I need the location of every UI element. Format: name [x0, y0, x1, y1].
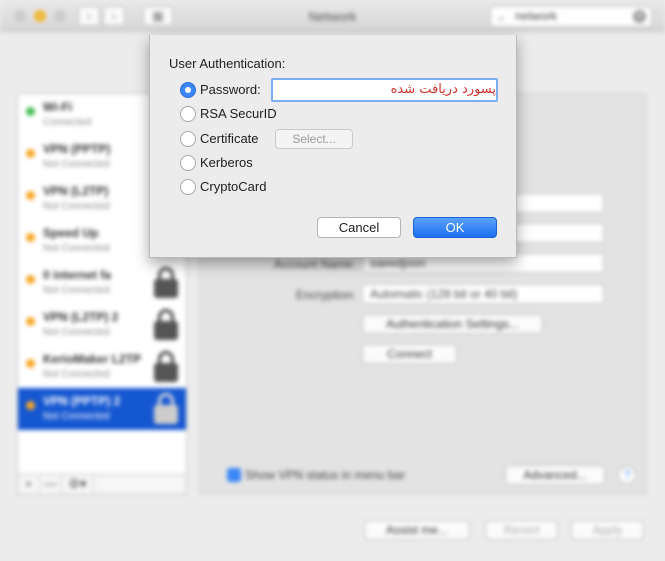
service-status: Not Connected	[43, 327, 110, 338]
rsa-securid-radio[interactable]	[180, 106, 196, 122]
vpn-lock-icon	[153, 309, 179, 341]
ok-button[interactable]: OK	[413, 217, 497, 238]
password-field[interactable]: پسورد دریافت شده	[271, 78, 498, 102]
service-name: VPN (PPTP)	[43, 142, 111, 156]
encryption-select[interactable]: Automatic (128 bit or 40 bit)	[362, 284, 604, 304]
search-icon: ⌕	[498, 11, 505, 25]
service-list-toolbar: + — ⚙▾	[17, 475, 187, 495]
password-radio[interactable]	[180, 82, 196, 98]
service-item-vpn-l2tp-2[interactable]: VPN (L2TP) 2 Not Connected	[18, 304, 186, 346]
select-certificate-button[interactable]: Select...	[275, 129, 353, 149]
status-dot-icon	[26, 359, 35, 368]
title-bar: ‹ › ▦ Network ⌕ network ✕	[0, 0, 665, 32]
service-status: Not Connected	[43, 285, 110, 296]
clear-search-icon[interactable]: ✕	[633, 10, 646, 23]
cancel-button[interactable]: Cancel	[317, 217, 401, 238]
service-name: VPN (PPTP) 2	[43, 394, 121, 408]
help-icon[interactable]: ?	[618, 466, 636, 484]
authentication-settings-button[interactable]: Authentication Settings...	[362, 314, 543, 334]
service-name: VPN (L2TP)	[43, 184, 109, 198]
cryptocard-radio[interactable]	[180, 179, 196, 195]
status-dot-icon	[26, 149, 35, 158]
add-service-button[interactable]: +	[18, 475, 40, 493]
status-dot-icon	[26, 191, 35, 200]
status-dot-icon	[26, 317, 35, 326]
service-name: Wi-Fi	[43, 100, 73, 114]
service-status: Not Connected	[43, 243, 110, 254]
service-status: Not Connected	[43, 201, 110, 212]
service-name: 0 internet fa	[43, 268, 112, 282]
vpn-lock-icon	[153, 351, 179, 383]
user-authentication-sheet: User Authentication: Password: پسورد دری…	[149, 35, 517, 258]
status-dot-icon	[26, 107, 35, 116]
service-status: Not Connected	[43, 159, 110, 170]
search-value: network	[515, 9, 558, 23]
service-status: Not Connected	[43, 411, 110, 422]
option-label: CryptoCard	[200, 179, 267, 194]
status-dot-icon	[26, 275, 35, 284]
vpn-lock-icon	[153, 267, 179, 299]
status-dot-icon	[26, 401, 35, 410]
remove-service-button[interactable]: —	[40, 475, 62, 493]
show-vpn-status-label: Show VPN status in menu bar	[245, 468, 406, 482]
apply-button[interactable]: Apply	[571, 520, 644, 540]
service-item-vpn-pptp-2[interactable]: VPN (PPTP) 2 Not Connected	[18, 388, 186, 430]
sheet-title: User Authentication:	[169, 56, 286, 71]
vpn-lock-icon	[153, 393, 179, 425]
service-name: Speed Up	[43, 226, 99, 240]
service-status: Not Connected	[43, 369, 110, 380]
connect-button[interactable]: Connect	[362, 344, 457, 364]
service-item-0-internet[interactable]: 0 internet fa Not Connected	[18, 262, 186, 304]
kerberos-radio[interactable]	[180, 155, 196, 171]
encryption-label: Encryption:	[295, 288, 356, 302]
gear-icon[interactable]: ⚙▾	[62, 475, 94, 493]
status-dot-icon	[26, 233, 35, 242]
service-name: VPN (L2TP) 2	[43, 310, 119, 324]
service-status: Connected	[43, 117, 92, 128]
option-label: Password:	[200, 82, 261, 97]
certificate-radio[interactable]	[180, 131, 196, 147]
show-vpn-status-checkbox[interactable]	[227, 468, 241, 482]
advanced-button[interactable]: Advanced...	[505, 465, 605, 485]
option-label: Kerberos	[200, 155, 253, 170]
account-name-label: Account Name:	[273, 257, 356, 271]
service-name: KerioMaker L2TP	[43, 352, 142, 366]
option-label: Certificate	[200, 131, 259, 146]
service-item-keriomaker-l2tp[interactable]: KerioMaker L2TP Not Connected	[18, 346, 186, 388]
option-label: RSA SecurID	[200, 106, 277, 121]
revert-button[interactable]: Revert	[485, 520, 558, 540]
search-input[interactable]: ⌕ network ✕	[490, 6, 652, 27]
assist-me-button[interactable]: Assist me...	[364, 520, 470, 540]
